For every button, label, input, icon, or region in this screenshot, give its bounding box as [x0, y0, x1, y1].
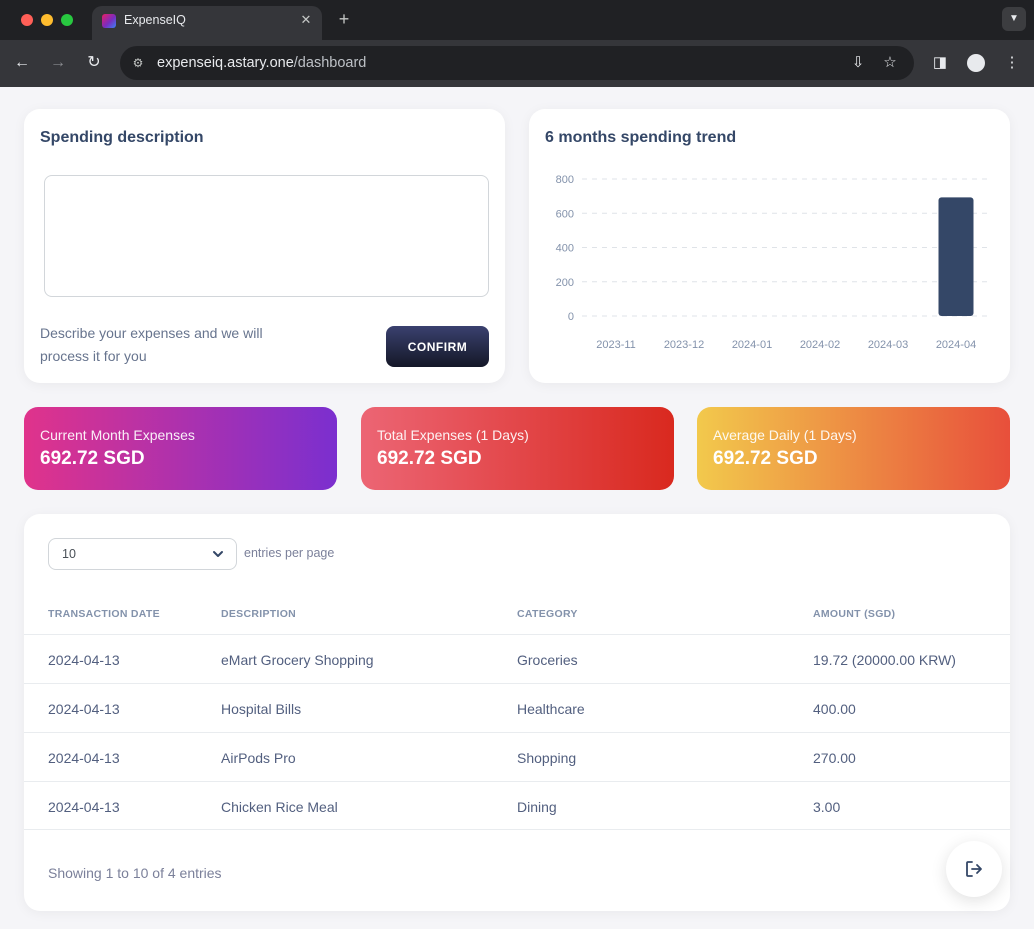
site-settings-icon[interactable]: ⚙ — [130, 55, 146, 71]
stat-value: 692.72 SGD — [377, 448, 482, 469]
spending-description-card: Spending description Describe your expen… — [24, 109, 505, 383]
y-tick-label: 400 — [556, 243, 574, 255]
y-tick-label: 200 — [556, 277, 574, 289]
header-transaction-date[interactable]: TRANSACTION DATE — [48, 608, 160, 620]
cell-category: Healthcare — [517, 701, 585, 717]
tab-strip: ExpenseIQ ✕ + ▼ — [0, 0, 1034, 40]
entries-per-page-value: 10 — [62, 547, 76, 561]
table-row: 2024-04-13 Chicken Rice Meal Dining 3.00 — [24, 781, 1010, 830]
confirm-button[interactable]: CONFIRM — [386, 326, 489, 367]
x-tick-label: 2024-01 — [732, 339, 772, 351]
address-bar[interactable]: ⚙ expenseiq.astary.one/dashboard ⇩ ☆ — [120, 46, 914, 80]
spending-description-input[interactable] — [44, 175, 489, 297]
spending-description-title: Spending description — [40, 129, 204, 146]
entries-per-page-select[interactable]: 10 — [48, 538, 237, 570]
cell-date: 2024-04-13 — [48, 652, 120, 668]
cell-amount: 19.72 (20000.00 KRW) — [813, 652, 956, 668]
spending-description-help: Describe your expenses and we will proce… — [40, 325, 263, 364]
back-arrow-icon[interactable]: ← — [10, 51, 34, 75]
new-tab-icon[interactable]: + — [334, 9, 354, 29]
header-amount[interactable]: AMOUNT (SGD) — [813, 608, 895, 620]
stat-label: Current Month Expenses — [40, 427, 195, 443]
current-month-expenses-card: Current Month Expenses 692.72 SGD — [24, 407, 337, 490]
url-text: expenseiq.astary.one/dashboard — [157, 55, 366, 71]
showing-entries-text: Showing 1 to 10 of 4 entries — [48, 865, 222, 881]
cell-description: Chicken Rice Meal — [221, 799, 338, 815]
cell-amount: 400.00 — [813, 701, 856, 717]
browser-toolbar: ← → ↻ ⚙ expenseiq.astary.one/dashboard ⇩… — [0, 40, 1034, 87]
browser-tab[interactable]: ExpenseIQ ✕ — [92, 6, 322, 40]
stat-label: Average Daily (1 Days) — [713, 427, 857, 443]
browser-chrome: ExpenseIQ ✕ + ▼ ← → ↻ ⚙ expenseiq.astary… — [0, 0, 1034, 87]
x-tick-label: 2023-11 — [596, 339, 636, 351]
cell-date: 2024-04-13 — [48, 750, 120, 766]
cell-date: 2024-04-13 — [48, 799, 120, 815]
reload-icon[interactable]: ↻ — [82, 51, 106, 75]
url-host: expenseiq.astary.one — [157, 55, 294, 71]
install-app-icon[interactable]: ⇩ — [848, 53, 868, 73]
tab-close-icon[interactable]: ✕ — [298, 12, 314, 28]
chevron-down-icon — [213, 551, 223, 557]
window-minimize-button[interactable] — [41, 14, 53, 26]
cell-category: Shopping — [517, 750, 577, 766]
y-tick-label: 600 — [556, 208, 574, 220]
tab-search-chevron-icon[interactable]: ▼ — [1002, 7, 1026, 31]
side-panel-icon[interactable]: ◨ — [928, 51, 952, 75]
header-category[interactable]: CATEGORY — [517, 608, 578, 620]
bookmark-star-icon[interactable]: ☆ — [880, 53, 900, 73]
total-expenses-card: Total Expenses (1 Days) 692.72 SGD — [361, 407, 674, 490]
tab-title: ExpenseIQ — [124, 13, 186, 27]
x-tick-label: 2024-04 — [936, 339, 976, 351]
chart-bar — [938, 197, 974, 316]
transactions-table-card: 10 entries per page TRANSACTION DATE DES… — [24, 514, 1010, 911]
x-tick-label: 2024-02 — [800, 339, 840, 351]
profile-avatar-icon[interactable] — [964, 51, 988, 75]
y-tick-label: 0 — [568, 311, 574, 323]
cell-description: Hospital Bills — [221, 701, 302, 717]
spending-trend-card: 6 months spending trend 0 200 400 600 800 202… — [529, 109, 1010, 383]
url-path: /dashboard — [293, 55, 367, 71]
cell-category: Dining — [517, 799, 557, 815]
stat-value: 692.72 SGD — [40, 448, 145, 469]
x-tick-label: 2023-12 — [664, 339, 704, 351]
window-zoom-button[interactable] — [61, 14, 73, 26]
x-tick-label: 2024-03 — [868, 339, 908, 351]
cell-category: Groceries — [517, 652, 578, 668]
cell-amount: 270.00 — [813, 750, 856, 766]
browser-menu-icon[interactable]: ⋮ — [1000, 51, 1024, 75]
table-row: 2024-04-13 Hospital Bills Healthcare 400… — [24, 683, 1010, 732]
cell-description: eMart Grocery Shopping — [221, 652, 374, 668]
logout-button[interactable] — [946, 841, 1002, 897]
logout-icon — [966, 861, 982, 877]
table-row: 2024-04-13 AirPods Pro Shopping 270.00 — [24, 732, 1010, 781]
cell-description: AirPods Pro — [221, 750, 296, 766]
stat-value: 692.72 SGD — [713, 448, 818, 469]
cell-amount: 3.00 — [813, 799, 841, 815]
y-tick-label: 800 — [556, 174, 574, 186]
table-row: 2024-04-13 eMart Grocery Shopping Grocer… — [24, 634, 1010, 683]
header-description[interactable]: DESCRIPTION — [221, 608, 296, 620]
forward-arrow-icon[interactable]: → — [46, 51, 70, 75]
expenseiq-favicon-icon — [102, 14, 116, 28]
window-close-button[interactable] — [21, 14, 33, 26]
spending-trend-chart: 0 200 400 600 800 2023-11 2023-12 2024-01 2024-0… — [556, 174, 990, 351]
entries-per-page-label: entries per page — [244, 546, 335, 560]
cell-date: 2024-04-13 — [48, 701, 120, 717]
stat-label: Total Expenses (1 Days) — [377, 427, 529, 443]
average-daily-card: Average Daily (1 Days) 692.72 SGD — [697, 407, 1010, 490]
